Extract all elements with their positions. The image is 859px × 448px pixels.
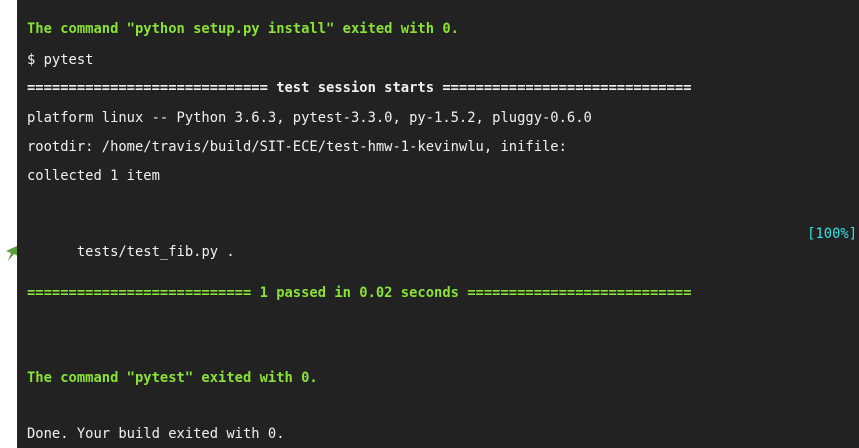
command-prompt: $ pytest <box>27 52 94 68</box>
screenshot-frame: The command "python setup.py install" ex… <box>0 0 859 448</box>
progress-percent: [100%] <box>807 226 857 242</box>
setup-exit-message: The command "python setup.py install" ex… <box>27 21 459 37</box>
test-result-row: tests/test_fib.py . [100%] <box>27 225 859 260</box>
passed-summary-banner: =========================== 1 passed in … <box>27 285 692 301</box>
session-start-banner: ============================= test sessi… <box>27 80 692 96</box>
pytest-exit-message: The command "pytest" exited with 0. <box>27 370 318 386</box>
build-done-message: Done. Your build exited with 0. <box>27 426 285 442</box>
platform-info: platform linux -- Python 3.6.3, pytest-3… <box>27 110 592 126</box>
rootdir-info: rootdir: /home/travis/build/SIT-ECE/test… <box>27 139 567 155</box>
test-file-name: tests/test_fib.py . <box>76 244 235 260</box>
terminal-log: The command "python setup.py install" ex… <box>17 0 859 448</box>
collected-info: collected 1 item <box>27 168 160 184</box>
